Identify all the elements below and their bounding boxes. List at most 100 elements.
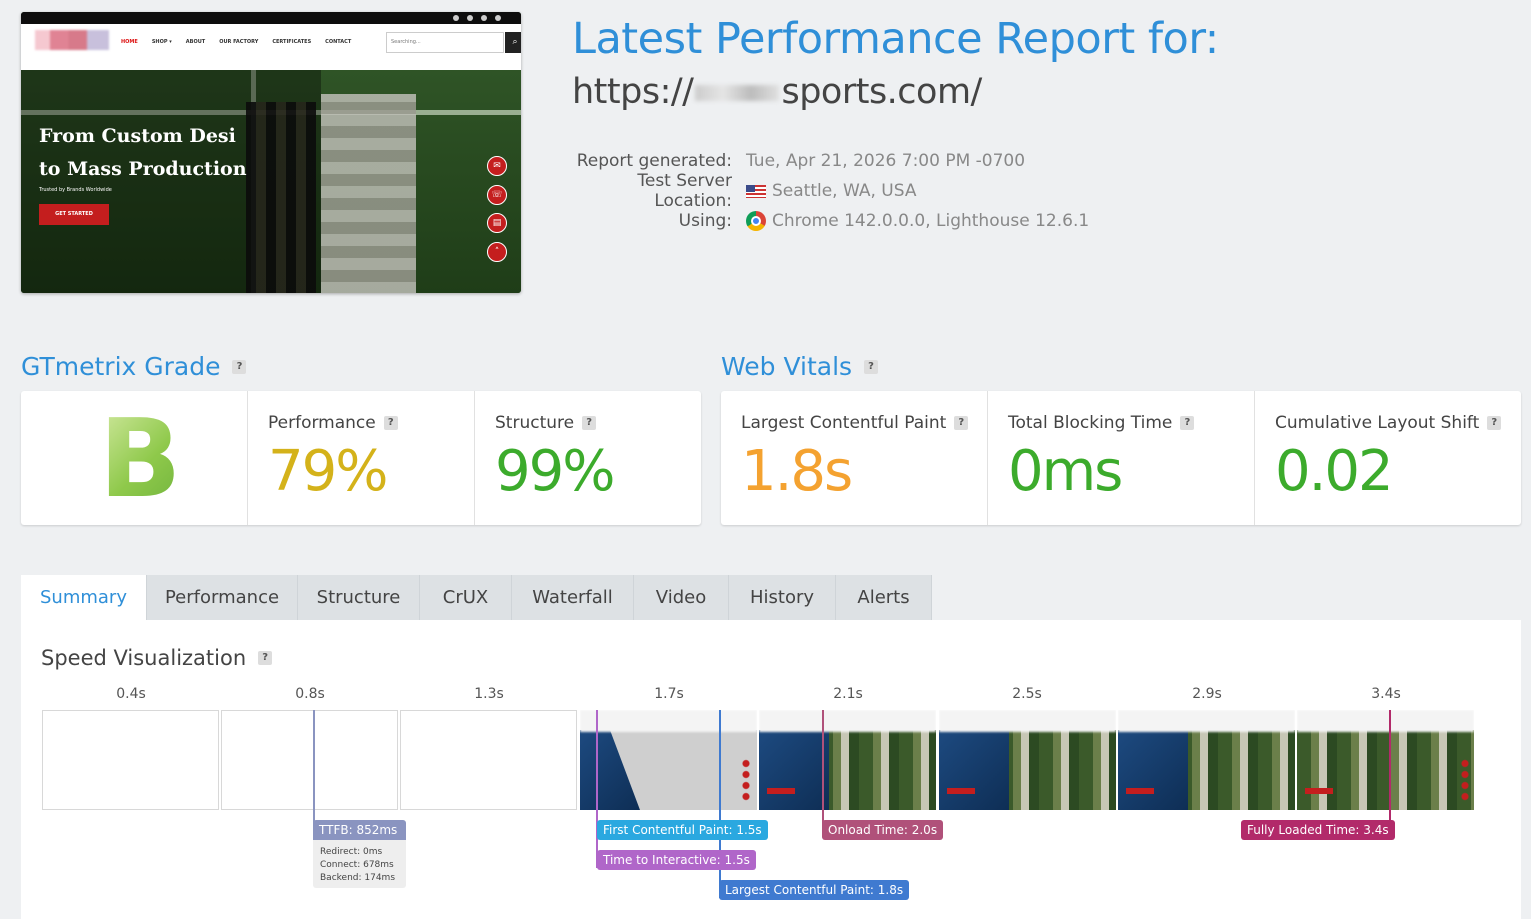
structure-cell: Structure? 99% [475, 391, 701, 525]
fcp-marker[interactable]: First Contentful Paint: 1.5s [597, 820, 768, 840]
filmstrip-frame[interactable] [580, 710, 757, 810]
ttfb-backend: Backend: 174ms [320, 873, 396, 883]
timeline-tick: 1.3s [474, 686, 504, 702]
facebook-icon [453, 15, 459, 21]
frame-buttons [742, 758, 750, 802]
tab-crux[interactable]: CrUX [420, 575, 512, 620]
filmstrip-frame[interactable] [1118, 710, 1295, 810]
report-tabs: Summary Performance Structure CrUX Water… [21, 575, 932, 620]
frame-content [1297, 730, 1474, 810]
fully-loaded-marker[interactable]: Fully Loaded Time: 3.4s [1241, 820, 1395, 840]
timeline-tick: 2.9s [1192, 686, 1222, 702]
tab-alerts[interactable]: Alerts [836, 575, 932, 620]
frame-button [767, 788, 795, 794]
tab-video[interactable]: Video [634, 575, 729, 620]
tbt-value: 0ms [1008, 439, 1123, 504]
grade-letter: B [99, 397, 182, 522]
onload-line [822, 710, 824, 828]
filmstrip-frame[interactable] [400, 710, 577, 810]
thumb-nav-link: CONTACT [325, 39, 352, 45]
help-icon[interactable]: ? [232, 359, 247, 374]
help-icon[interactable]: ? [954, 416, 969, 430]
twitter-icon [467, 15, 473, 21]
timeline-tick: 1.7s [654, 686, 684, 702]
fcp-tti-line [596, 710, 598, 868]
ttfb-connect: Connect: 678ms [320, 860, 394, 870]
get-started-button: GET STARTED [39, 204, 109, 225]
help-icon[interactable]: ? [1180, 416, 1195, 430]
help-icon[interactable]: ? [258, 651, 273, 665]
tab-waterfall[interactable]: Waterfall [512, 575, 634, 620]
fully-loaded-line [1389, 710, 1391, 828]
performance-value: 79% [268, 439, 388, 504]
timeline-tick: 0.8s [295, 686, 325, 702]
report-url[interactable]: https:// sports.com/ [572, 72, 982, 112]
url-suffix: sports.com/ [781, 72, 982, 112]
thumb-search: Searching... [386, 32, 504, 53]
filmstrip-frame[interactable] [42, 710, 219, 810]
lcp-label: Largest Contentful Paint [741, 413, 947, 433]
page-screenshot-thumbnail[interactable]: HOME SHOP ▾ ABOUT OUR FACTORY CERTIFICAT… [21, 12, 521, 293]
thumb-nav-links: HOME SHOP ▾ ABOUT OUR FACTORY CERTIFICAT… [121, 39, 351, 45]
ttfb-marker[interactable]: TTFB: 852ms [313, 820, 406, 840]
frame-content [939, 730, 1009, 810]
lcp-value: 1.8s [741, 439, 853, 504]
tab-summary[interactable]: Summary [21, 575, 147, 620]
thumb-nav-link: SHOP ▾ [151, 39, 172, 45]
frame-header [1118, 710, 1295, 732]
location-value: Seattle, WA, USA [772, 181, 917, 201]
hero-title: From Custom Desi to Mass Production [39, 120, 259, 186]
url-prefix: https:// [572, 72, 694, 112]
report-meta: Report generated: Tue, Apr 21, 2026 7:00… [560, 146, 1089, 236]
timeline-tick: 2.1s [833, 686, 863, 702]
cls-value: 0.02 [1275, 439, 1394, 504]
thumb-nav-link: OUR FACTORY [219, 39, 259, 45]
tab-history[interactable]: History [729, 575, 836, 620]
timeline-tick: 3.4s [1371, 686, 1401, 702]
help-icon[interactable]: ? [383, 416, 398, 430]
filmstrip-frame[interactable] [759, 710, 936, 810]
tti-marker[interactable]: Time to Interactive: 1.5s [597, 850, 756, 870]
performance-label: Performance [268, 413, 376, 433]
redacted-domain [695, 85, 780, 101]
help-icon[interactable]: ? [582, 416, 597, 430]
ttfb-details: Redirect: 0ms Connect: 678ms Backend: 17… [313, 840, 406, 888]
tab-structure[interactable]: Structure [298, 575, 420, 620]
linkedin-icon [495, 15, 501, 21]
structure-label: Structure [495, 413, 575, 433]
pixelated-image [321, 94, 416, 293]
thumb-topbar [21, 12, 521, 24]
frame-header [939, 710, 1116, 732]
search-icon: ⌕ [505, 32, 521, 53]
chrome-icon [746, 211, 766, 231]
timeline-tick: 2.5s [1012, 686, 1042, 702]
help-icon[interactable]: ? [1487, 416, 1502, 430]
tab-performance[interactable]: Performance [147, 575, 298, 620]
lcp-cell: Largest Contentful Paint? 1.8s [721, 391, 988, 525]
location-label: Test Server Location: [637, 171, 732, 211]
whatsapp-icon: ☏ [487, 185, 507, 205]
gtmetrix-grade-title: GTmetrix Grade [21, 352, 221, 381]
help-icon[interactable]: ? [864, 359, 879, 374]
timeline-tick: 0.4s [116, 686, 146, 702]
performance-cell: Performance? 79% [248, 391, 475, 525]
vitals-card: Largest Contentful Paint? 1.8s Total Blo… [721, 391, 1521, 525]
frame-button [947, 788, 975, 794]
grade-card: B Performance? 79% Structure? 99% [21, 391, 701, 525]
report-generated-value: Tue, Apr 21, 2026 7:00 PM -0700 [746, 151, 1026, 171]
web-vitals-heading: Web Vitals ? [721, 352, 879, 381]
speed-visualization-title: Speed Visualization [41, 646, 247, 670]
filmstrip-frame[interactable] [221, 710, 398, 810]
frame-content [999, 730, 1116, 810]
lcp-marker[interactable]: Largest Contentful Paint: 1.8s [719, 880, 910, 900]
frame-button [1305, 788, 1333, 794]
onload-marker[interactable]: Onload Time: 2.0s [822, 820, 944, 840]
web-vitals-title: Web Vitals [721, 352, 853, 381]
summary-panel: Speed Visualization ? 0.4s 0.8s 1.3s 1.7… [21, 620, 1521, 919]
frame-header [759, 710, 936, 732]
filmstrip-frame[interactable] [939, 710, 1116, 810]
chevron-up-icon: ˄ [487, 242, 507, 262]
report-generated-label: Report generated: [576, 151, 732, 171]
filmstrip-frame[interactable] [1297, 710, 1474, 810]
frame-content [1178, 730, 1295, 810]
